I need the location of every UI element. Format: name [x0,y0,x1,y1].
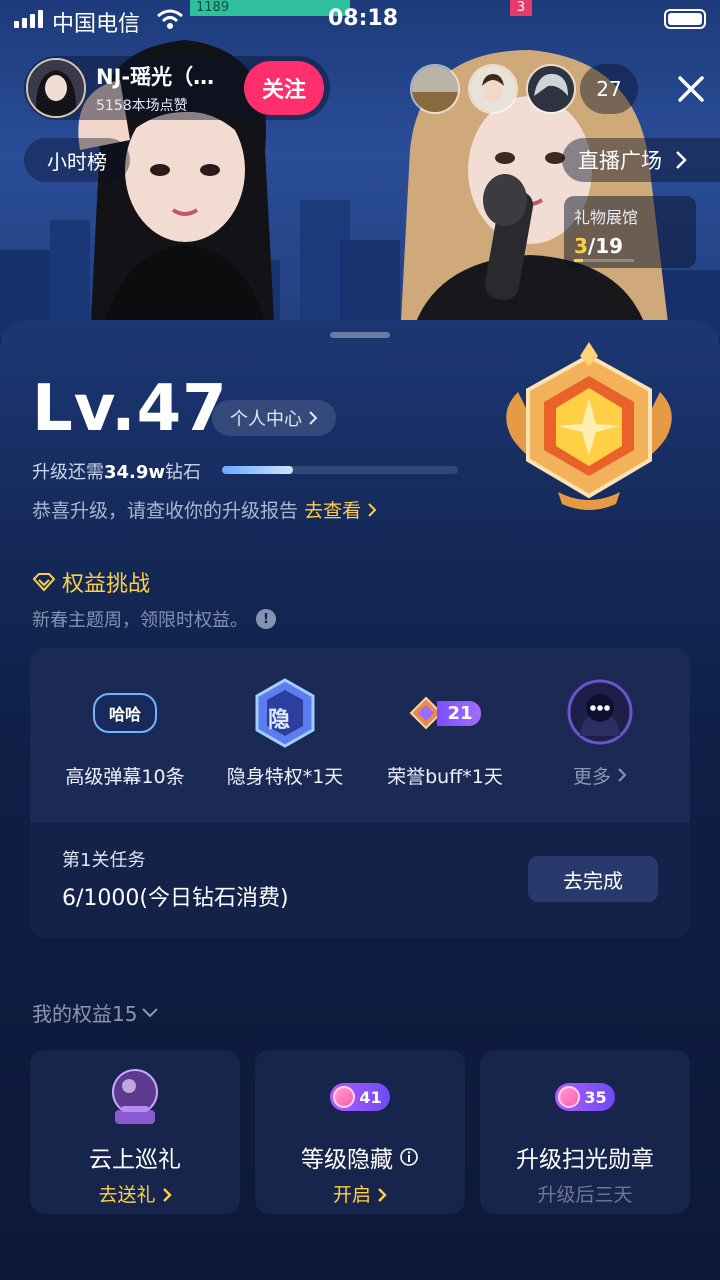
chevron-right-icon [162,1188,172,1202]
diamond-icon [32,573,56,592]
perk-advanced-barrage[interactable]: 哈哈 高级弹幕10条 [45,678,205,789]
chevron-right-icon [618,768,627,782]
right-card-level-hide[interactable]: 41 等级隐藏 开启 [255,1050,465,1214]
enable-link[interactable]: 开启 [255,1180,465,1207]
task-progress: 6/1000(今日钻石消费) [62,886,289,911]
right-title: 云上巡礼 [89,1147,181,1173]
perk-label: 荣誉buff*1天 [387,766,503,788]
personal-center-label: 个人中心 [230,409,302,430]
info-icon[interactable]: ! [256,609,276,629]
personal-center-button[interactable]: 个人中心 [212,400,336,436]
chevron-right-icon [676,151,687,169]
host-likes-count: 5158本场点赞 [96,98,188,114]
send-gift-link[interactable]: 去送礼 [30,1180,240,1207]
viewer-avatar[interactable] [410,64,460,114]
level-badge-pill: 41 [330,1083,390,1111]
pk-score-left: 1189 [190,0,350,16]
right-title-row: 等级隐藏 [255,1140,465,1174]
gift-hall-count: 3/19 [574,234,624,258]
chevron-right-icon [368,503,377,517]
task-title: 第1关任务 [62,850,146,871]
level-sheet: Lv.47 个人中心 升级还需34.9w钻石 恭喜升级，请查收你的升级报告 去查… [0,320,720,1280]
level-label: Lv.47 [32,372,228,446]
pk-score-right: 3 [510,0,532,16]
perk-honor-buff[interactable]: 21 荣誉buff*1天 [365,678,525,789]
wifi-icon [157,9,183,29]
right-title: 升级扫光勋章 [516,1147,654,1173]
right-card-shine-medal[interactable]: 35 升级扫光勋章 升级后三天 [480,1050,690,1214]
gift-hall-title: 礼物展馆 [574,208,639,227]
level-badge-icon [506,342,672,510]
level-progress-bar [222,466,458,474]
perk-label: 高级弹幕10条 [65,766,185,788]
battery-icon [664,9,706,29]
crystal-ball-gift-icon [112,1069,158,1124]
live-plaza-button[interactable]: 直播广场 [562,138,720,182]
gift-hall-widget[interactable]: 礼物展馆 3/19 [564,196,696,268]
signal-icon [14,10,43,28]
complete-task-button[interactable]: 去完成 [528,856,658,902]
challenge-title: 权益挑战 [32,566,150,598]
task-panel: 第1关任务 6/1000(今日钻石消费) 去完成 [30,822,690,938]
gift-hall-progress [574,259,634,262]
sheet-drag-handle[interactable] [330,332,390,338]
host-name: NJ-瑶光（… [96,65,215,89]
upgrade-requirement: 升级还需34.9w钻石 [32,462,202,483]
live-plaza-label: 直播广场 [578,149,662,173]
info-icon[interactable] [399,1147,419,1167]
status-bar: 中国电信 1189 08:18 3 [0,0,720,40]
my-rights-toggle[interactable]: 我的权益15 [32,998,159,1027]
view-report-link[interactable]: 去查看 [304,500,361,522]
right-status: 升级后三天 [537,1184,633,1206]
upgrade-report-line: 恭喜升级，请查收你的升级报告 去查看 [32,496,377,523]
host-info-chip[interactable]: NJ-瑶光（… 5158本场点赞 关注 [24,56,330,120]
right-card-cloud-tour[interactable]: 云上巡礼 去送礼 [30,1050,240,1214]
mystery-avatar-icon [567,679,633,745]
follow-button[interactable]: 关注 [244,61,324,115]
chevron-down-icon [142,1007,159,1017]
chevron-right-icon [309,411,318,425]
carrier-label: 中国电信 [52,12,141,37]
invisible-glyph: 隐 [268,708,291,733]
chevron-right-icon [378,1188,387,1202]
viewer-count[interactable]: 27 [580,64,638,114]
close-icon[interactable] [672,70,710,108]
host-avatar[interactable] [26,58,86,118]
clock: 08:18 [328,6,399,31]
hour-rank-button[interactable]: 小时榜 [24,138,130,182]
perk-invisible[interactable]: 隐 隐身特权*1天 [205,678,365,789]
perk-more[interactable]: 更多 [520,678,680,789]
honor-buff-icon: 21 [409,696,481,730]
perk-label: 隐身特权*1天 [226,766,344,788]
perk-more-label: 更多 [520,762,680,789]
challenge-card: 哈哈 高级弹幕10条 隐 隐身特权*1天 21 荣誉buff*1天 更多 第1关… [30,648,690,938]
viewer-avatar[interactable] [526,64,576,114]
level-badge-pill: 35 [555,1083,615,1111]
barrage-badge-icon: 哈哈 [92,693,157,733]
viewer-avatar[interactable] [468,64,518,114]
challenge-subtitle: 新春主题周，领限时权益。 ! [32,606,276,632]
